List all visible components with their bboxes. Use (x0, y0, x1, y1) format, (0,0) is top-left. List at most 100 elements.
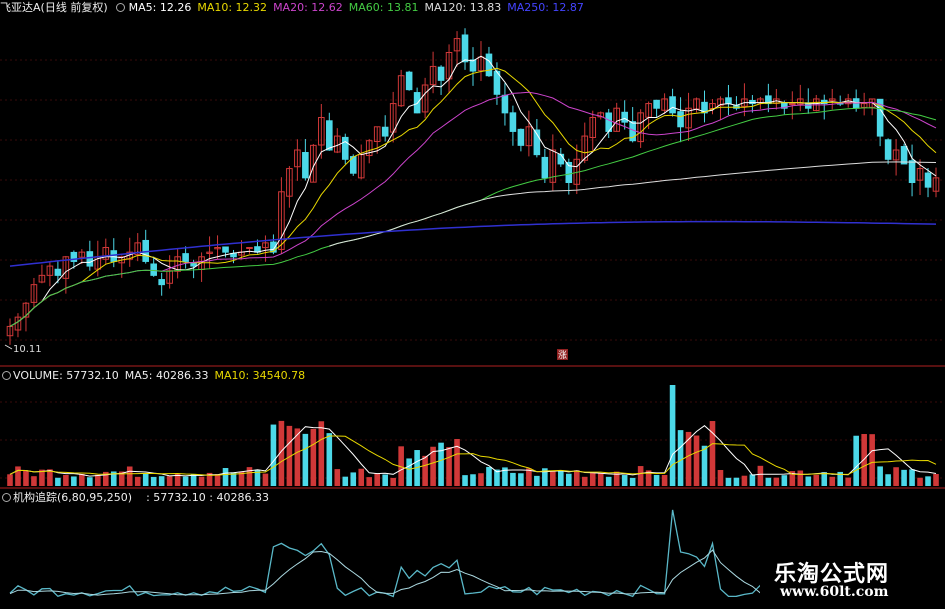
volume-bar (390, 477, 396, 486)
volume-bar (198, 476, 205, 486)
candle-body (182, 253, 189, 262)
volume-title: VOLUME: 57732.10 (13, 369, 119, 382)
volume-bar (446, 447, 452, 486)
volume-bar (637, 466, 644, 486)
candle-body (437, 66, 445, 81)
watermark-url: www.60lt.com (780, 584, 889, 600)
volume-bar (318, 421, 325, 486)
stock-chart: 10.11 涨 (0, 28, 945, 598)
price-header: 飞亚达A(日线 前复权) MA5: 12.26 MA10: 12.32 MA20: 1… (0, 1, 590, 15)
candle-body (517, 128, 525, 146)
candle-body (557, 153, 565, 165)
volume-bar (773, 477, 780, 486)
volume-bar (87, 477, 93, 486)
volume-bar (861, 434, 867, 486)
volume-bar (821, 472, 828, 486)
candle-body (789, 103, 796, 106)
volume-bar (134, 476, 141, 486)
indicator-settings-icon[interactable] (2, 493, 11, 502)
volume-bar (829, 476, 836, 486)
candle-body (900, 146, 908, 165)
volume-ma-lines (9, 425, 937, 477)
volume-bar (845, 477, 851, 486)
volume-ma10: MA10: 34540.78 (214, 369, 306, 382)
volume-bar (382, 474, 388, 486)
low-marker-arrow (4, 344, 13, 350)
volume-bar (781, 475, 788, 486)
volume-bar (310, 428, 317, 486)
candlesticks (6, 28, 940, 345)
candle-body (469, 59, 477, 72)
stock-label: 飞亚达A (0, 1, 41, 14)
marker-char: 涨 (558, 350, 567, 361)
indicator-title: 机构追踪(6,80,95,250) (13, 491, 133, 504)
volume-bar (653, 474, 660, 486)
volume-bar (925, 476, 931, 486)
volume-bar (669, 385, 676, 486)
volume-bar (95, 474, 101, 486)
candle-body (381, 126, 389, 137)
candle-body (677, 111, 684, 128)
volume-bar (909, 469, 915, 486)
volume-bar (558, 470, 564, 486)
candle-body (725, 97, 732, 105)
volume-bar (158, 476, 165, 486)
candle-body (669, 96, 676, 114)
volume-header: VOLUME: 57732.10 MA5: 40286.33 MA10: 34540… (0, 369, 311, 383)
candle-body (341, 136, 349, 160)
candle-body (621, 111, 628, 123)
indicator-header: 机构追踪(6,80,95,250) : 57732.10 : 40286.33 (0, 491, 275, 505)
ma20-label: MA20: 12.62 (273, 1, 343, 14)
volume-bar (366, 477, 373, 486)
volume-bar (597, 473, 604, 486)
volume-bar (7, 474, 13, 486)
volume-bar (23, 470, 29, 486)
price-grid (0, 59, 945, 479)
volume-bar (374, 473, 380, 486)
candle-body (405, 71, 413, 91)
volume-bar (629, 477, 636, 486)
volume-bar (510, 472, 516, 486)
volume-bar (757, 465, 764, 486)
ma120-label: MA120: 13.83 (424, 1, 502, 14)
volume-bar (621, 475, 628, 486)
volume-bar (150, 476, 157, 486)
candle-body (924, 172, 932, 188)
volume-bar (693, 435, 700, 486)
volume-bar (270, 424, 277, 486)
candle-body (653, 99, 660, 109)
volume-bar (334, 469, 341, 486)
ma60-label: MA60: 13.81 (348, 1, 419, 14)
ma20-line (9, 91, 937, 327)
volume-bar (749, 474, 756, 486)
volume-bar (462, 475, 468, 486)
candle-body (158, 279, 165, 286)
ma250-label: MA250: 12.87 (507, 1, 584, 14)
volume-bar (182, 476, 189, 486)
volume-bar (869, 434, 875, 486)
volume-bar (877, 466, 883, 486)
volume-bar (422, 455, 428, 486)
volume-bar (438, 442, 444, 486)
volume-bar (470, 474, 476, 486)
indicator-values: : 57732.10 : 40286.33 (146, 491, 269, 504)
volume-bar (406, 458, 412, 486)
ma120-line (329, 161, 937, 247)
candle-body (150, 263, 157, 276)
volume-bar (31, 476, 37, 486)
volume-bar (71, 476, 77, 486)
volume-bar (885, 474, 891, 486)
volume-bar (901, 469, 907, 486)
volume-bar (853, 435, 859, 486)
volume-bar (534, 475, 540, 486)
low-price-marker: 10.11 (13, 344, 42, 355)
ma5-line (9, 55, 937, 327)
candle-body (541, 156, 549, 179)
ma10-label: MA10: 12.32 (197, 1, 268, 14)
candle-body (509, 112, 517, 132)
volume-bar (701, 445, 708, 486)
volume-bar (566, 473, 572, 486)
volume-settings-icon[interactable] (2, 371, 11, 380)
settings-icon[interactable] (115, 3, 125, 12)
moving-average-lines (9, 55, 937, 327)
